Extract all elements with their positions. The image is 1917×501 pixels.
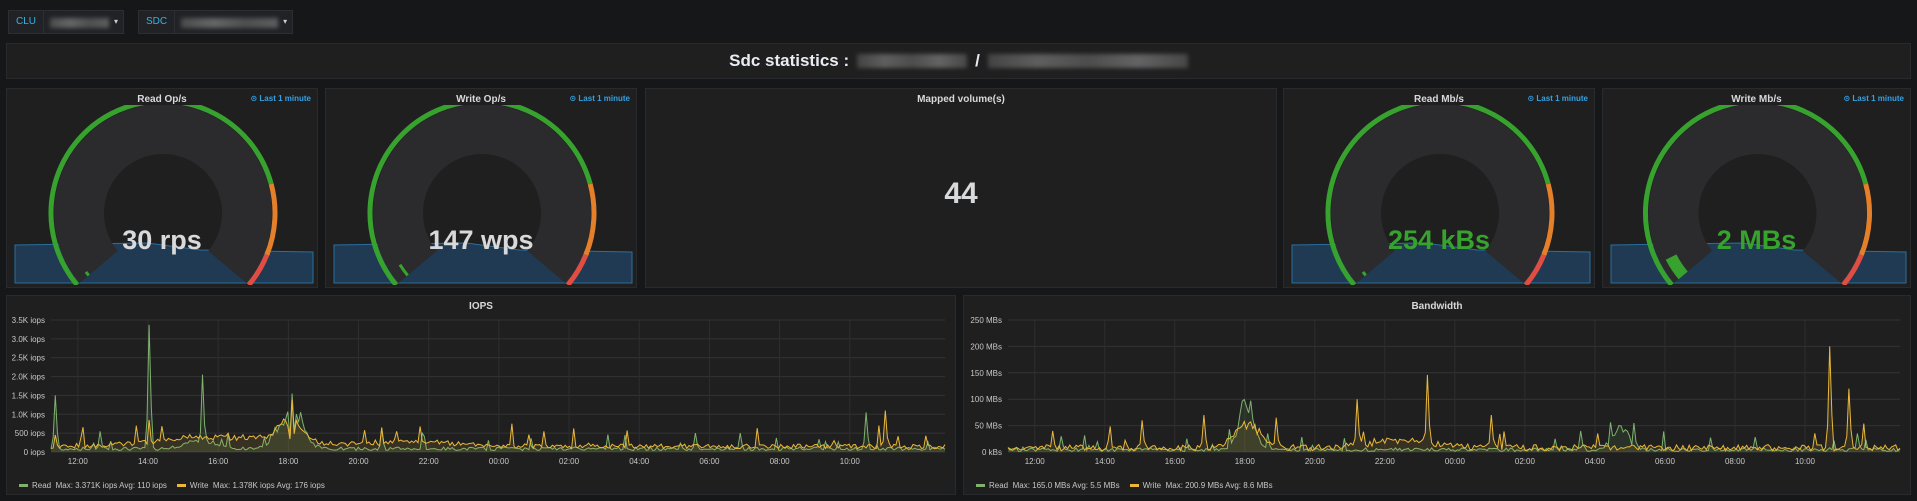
- x-tick-label: 22:00: [1375, 457, 1396, 466]
- y-tick-label: 500 iops: [15, 429, 45, 438]
- x-tick-label: 10:00: [840, 457, 861, 466]
- legend-item-read[interactable]: Read Max: 165.0 MBs Avg: 5.5 MBs: [976, 481, 1120, 490]
- x-tick-label: 12:00: [1025, 457, 1046, 466]
- x-tick-label: 14:00: [138, 457, 159, 466]
- caret-down-icon: ▾: [114, 17, 119, 26]
- y-tick-label: 150 MBs: [970, 369, 1002, 378]
- variable-sdc-dropdown[interactable]: ▾: [175, 10, 294, 34]
- bandwidth-legend: Read Max: 165.0 MBs Avg: 5.5 MBs Write M…: [976, 481, 1273, 490]
- y-tick-label: 3.5K iops: [12, 316, 45, 325]
- y-tick-label: 50 MBs: [975, 422, 1002, 431]
- variable-label: SDC: [138, 10, 176, 34]
- x-tick-label: 02:00: [1515, 457, 1536, 466]
- clock-icon: ⊙: [1843, 94, 1851, 103]
- y-tick-label: 1.0K iops: [12, 410, 45, 419]
- gauge-value: 30 rps: [122, 225, 202, 255]
- x-tick-label: 04:00: [1585, 457, 1606, 466]
- stats-header: Sdc statistics : /: [0, 45, 1917, 77]
- clock-icon: ⊙: [250, 94, 258, 103]
- template-variables: CLU ▾ SDC ▾: [8, 10, 294, 34]
- redacted-cluster: [857, 54, 968, 68]
- gauge-panel-2: Read Mb/s ⊙ Last 1 minute 254 kBs: [1283, 88, 1595, 288]
- bandwidth-chart: 0 kBs 50 MBs 100 MBs 150 MBs 200 MBs 250 MBs 1…: [970, 316, 1901, 466]
- time-info: ⊙ Last 1 minute: [569, 94, 630, 103]
- y-tick-label: 3.0K iops: [12, 335, 45, 344]
- variable-sdc[interactable]: SDC ▾: [138, 10, 294, 34]
- legend-item-write[interactable]: Write Max: 1.378K iops Avg: 176 iops: [176, 481, 325, 490]
- x-tick-label: 20:00: [349, 457, 370, 466]
- time-info: ⊙ Last 1 minute: [250, 94, 311, 103]
- mapped-volumes-panel: Mapped volume(s) 44: [645, 88, 1277, 288]
- y-tick-label: 1.5K iops: [12, 391, 45, 400]
- gauge-value: 2 MBs: [1716, 225, 1797, 255]
- series-line-read: [50, 324, 946, 452]
- legend-item-write[interactable]: Write Max: 200.9 MBs Avg: 8.6 MBs: [1129, 481, 1273, 490]
- gauge-svg: [14, 105, 314, 285]
- gauge-panel-0: Read Op/s ⊙ Last 1 minute 30 rps: [6, 88, 318, 288]
- x-tick-label: 08:00: [1725, 457, 1746, 466]
- gauge-value: 147 wps: [428, 225, 534, 255]
- stats-title: Sdc statistics :: [729, 51, 850, 70]
- y-tick-label: 250 MBs: [970, 316, 1002, 325]
- gauge-svg: [1291, 105, 1591, 285]
- y-tick-label: 2.0K iops: [12, 373, 45, 382]
- x-tick-label: 12:00: [68, 457, 89, 466]
- variable-clu[interactable]: CLU ▾: [8, 10, 125, 34]
- bandwidth-panel: Bandwidth 0 kBs 50 MBs 100 MBs 150 MBs 200 M…: [963, 295, 1911, 495]
- x-tick-label: 14:00: [1095, 457, 1116, 466]
- x-tick-label: 22:00: [419, 457, 440, 466]
- panel-title: IOPS: [469, 301, 493, 312]
- gauge-svg: [333, 105, 633, 285]
- time-info: ⊙ Last 1 minute: [1527, 94, 1588, 103]
- y-tick-label: 100 MBs: [970, 395, 1002, 404]
- iops-chart: 0 iops 500 iops 1.0K iops 1.5K iops 2.0K iop…: [12, 316, 946, 466]
- series-fill-write: [51, 400, 945, 452]
- x-tick-label: 00:00: [489, 457, 510, 466]
- x-tick-label: 18:00: [1235, 457, 1256, 466]
- y-tick-label: 0 iops: [24, 448, 45, 457]
- gauge-svg: [1610, 105, 1907, 285]
- variable-clu-dropdown[interactable]: ▾: [44, 10, 125, 34]
- x-tick-label: 20:00: [1305, 457, 1326, 466]
- gauge-panel-3: Write Mb/s ⊙ Last 1 minute 2 MBs: [1602, 88, 1911, 288]
- y-tick-label: 2.5K iops: [12, 354, 45, 363]
- x-tick-label: 06:00: [1655, 457, 1676, 466]
- clock-icon: ⊙: [569, 94, 577, 103]
- x-tick-label: 02:00: [559, 457, 580, 466]
- variable-label: CLU: [8, 10, 45, 34]
- caret-down-icon: ▾: [283, 17, 288, 26]
- legend-item-read[interactable]: Read Max: 3.371K iops Avg: 110 iops: [19, 481, 167, 490]
- y-tick-label: 200 MBs: [970, 342, 1002, 351]
- x-tick-label: 16:00: [208, 457, 229, 466]
- panel-title: Mapped volume(s): [917, 94, 1005, 105]
- x-tick-label: 18:00: [278, 457, 299, 466]
- time-info: ⊙ Last 1 minute: [1843, 94, 1904, 103]
- x-tick-label: 10:00: [1795, 457, 1816, 466]
- clock-icon: ⊙: [1527, 94, 1535, 103]
- x-tick-label: 00:00: [1445, 457, 1466, 466]
- y-tick-label: 0 kBs: [982, 448, 1002, 457]
- redacted-sdc: [987, 54, 1188, 68]
- iops-legend: Read Max: 3.371K iops Avg: 110 iops Writ…: [19, 481, 325, 490]
- x-tick-label: 16:00: [1165, 457, 1186, 466]
- panel-title: Bandwidth: [1411, 301, 1463, 312]
- x-tick-label: 04:00: [629, 457, 650, 466]
- iops-panel: IOPS 0 iops 500 iops 1.0K iops 1.5K iops 2.0…: [6, 295, 956, 495]
- mapped-volumes-value: 44: [944, 177, 978, 210]
- gauge-panel-1: Write Op/s ⊙ Last 1 minute 147 wps: [325, 88, 637, 288]
- gauge-value: 254 kBs: [1387, 225, 1491, 255]
- x-tick-label: 08:00: [770, 457, 791, 466]
- x-tick-label: 06:00: [699, 457, 720, 466]
- stats-separator: /: [975, 51, 980, 70]
